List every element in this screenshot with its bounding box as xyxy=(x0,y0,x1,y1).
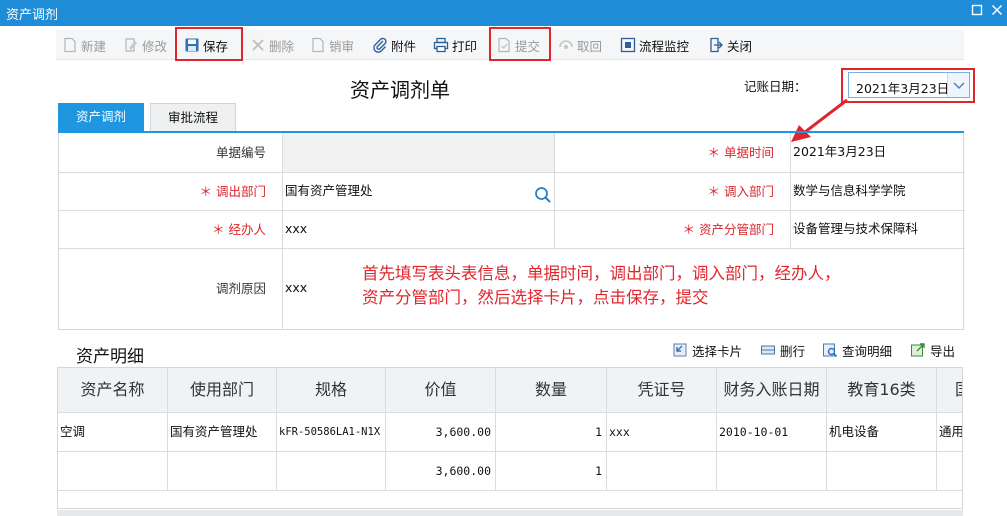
tab-asset-transfer[interactable]: 资产调剂 xyxy=(58,103,144,131)
printer-icon xyxy=(433,37,449,53)
column-header[interactable]: 资产名称 xyxy=(58,368,168,413)
exit-door-icon xyxy=(710,37,723,53)
table-cell[interactable]: 2010-10-01 xyxy=(717,413,827,452)
delete-button[interactable]: 删除 xyxy=(250,34,294,56)
edit-button[interactable]: 修改 xyxy=(123,34,167,56)
delete-row-button[interactable]: 删行 xyxy=(760,340,805,360)
column-header[interactable]: 教育16类 xyxy=(827,368,937,413)
mgmt-dept-field[interactable]: 设备管理与技术保障科 xyxy=(791,211,965,249)
table-cell[interactable]: 空调 xyxy=(58,413,168,452)
close-window-icon[interactable] xyxy=(988,3,1006,21)
withdraw-button[interactable]: 取回 xyxy=(558,34,602,56)
close-button[interactable]: 关闭 xyxy=(708,34,752,56)
table-cell xyxy=(717,452,827,491)
posting-date-label: 记账日期： xyxy=(744,79,807,94)
handler-field[interactable]: xxx xyxy=(283,211,555,249)
out-dept-label: ＊ 调出部门 xyxy=(59,173,283,211)
table-cell xyxy=(937,452,962,491)
monitor-icon xyxy=(620,37,636,53)
doc-time-label: ＊ 单据时间 xyxy=(555,133,791,173)
export-button[interactable]: 导出 xyxy=(910,340,963,360)
tab-approval-flow[interactable]: 审批流程 xyxy=(150,103,236,131)
in-dept-label: ＊ 调入部门 xyxy=(555,173,791,211)
column-header[interactable]: 使用部门 xyxy=(168,368,277,413)
process-monitor-button[interactable]: 流程监控 xyxy=(620,34,689,56)
print-button[interactable]: 打印 xyxy=(433,34,477,56)
select-card-button[interactable]: 选择卡片 xyxy=(672,340,742,360)
table-cell[interactable]: 通用 xyxy=(937,413,962,452)
edit-icon xyxy=(125,38,137,52)
window-titlebar: 资产调剂 xyxy=(0,0,1007,26)
reason-label: 调剂原因 xyxy=(59,249,283,329)
mgmt-dept-label: ＊ 资产分管部门 xyxy=(555,211,791,249)
form-title: 资产调剂单 xyxy=(350,78,450,102)
table-cell xyxy=(607,452,717,491)
table-cell xyxy=(58,452,168,491)
details-title: 资产明细 xyxy=(76,347,144,367)
save-highlight-box xyxy=(175,27,243,61)
column-header[interactable]: 规格 xyxy=(277,368,386,413)
total-value-cell: 3,600.00 xyxy=(386,452,496,491)
details-table: 资产名称 使用部门 规格 价值 数量 凭证号 财务入账日期 教育16类 国 空调… xyxy=(57,367,963,509)
column-header[interactable]: 财务入账日期 xyxy=(717,368,827,413)
delete-row-icon xyxy=(761,345,775,355)
window-title: 资产调剂 xyxy=(6,8,59,23)
doc-time-field[interactable]: 2021年3月23日 xyxy=(791,133,965,173)
out-dept-field[interactable]: 国有资产管理处 xyxy=(283,173,555,211)
select-card-icon xyxy=(673,343,687,357)
column-header[interactable]: 价值 xyxy=(386,368,496,413)
cancel-audit-button[interactable]: 销审 xyxy=(310,34,354,56)
posting-date-value: 2021年3月23日 xyxy=(856,81,950,96)
horizontal-scrollbar[interactable] xyxy=(57,510,963,516)
doc-no-label: 单据编号 xyxy=(59,133,283,173)
new-button[interactable]: 新建 xyxy=(62,34,106,56)
column-header[interactable]: 数量 xyxy=(496,368,607,413)
table-cell xyxy=(168,452,277,491)
table-cell xyxy=(277,452,386,491)
handler-label: ＊ 经办人 xyxy=(59,211,283,249)
table-cell[interactable]: kFR-50586LA1-N1X xyxy=(277,413,386,452)
instruction-line-2: 资产分管部门，然后选择卡片，点击保存，提交 xyxy=(362,288,709,307)
query-icon xyxy=(823,343,838,358)
column-header[interactable]: 凭证号 xyxy=(607,368,717,413)
export-icon xyxy=(911,343,925,357)
table-cell[interactable]: 机电设备 xyxy=(827,413,937,452)
maximize-icon[interactable] xyxy=(968,3,986,21)
table-cell[interactable]: 3,600.00 xyxy=(386,413,496,452)
posting-date-select[interactable]: 2021年3月23日 xyxy=(848,72,970,98)
column-header[interactable]: 国 xyxy=(937,368,962,413)
doc-no-field[interactable] xyxy=(283,133,555,173)
paperclip-icon xyxy=(373,37,387,53)
table-cell[interactable]: 1 xyxy=(496,413,607,452)
total-qty-cell: 1 xyxy=(496,452,607,491)
query-details-button[interactable]: 查询明细 xyxy=(822,340,892,360)
table-cell xyxy=(827,452,937,491)
delete-icon xyxy=(252,39,264,51)
new-doc-icon xyxy=(64,37,76,53)
chevron-down-icon[interactable] xyxy=(947,73,969,97)
withdraw-icon xyxy=(559,40,573,49)
in-dept-field[interactable]: 数学与信息科学学院 xyxy=(791,173,965,211)
submit-highlight-box xyxy=(489,27,551,61)
table-cell[interactable]: 国有资产管理处 xyxy=(168,413,277,452)
table-cell[interactable]: xxx xyxy=(607,413,717,452)
document-icon xyxy=(312,37,324,53)
instruction-line-1: 首先填写表头表信息，单据时间，调出部门，调入部门，经办人， xyxy=(362,264,841,283)
attach-button[interactable]: 附件 xyxy=(372,34,416,56)
